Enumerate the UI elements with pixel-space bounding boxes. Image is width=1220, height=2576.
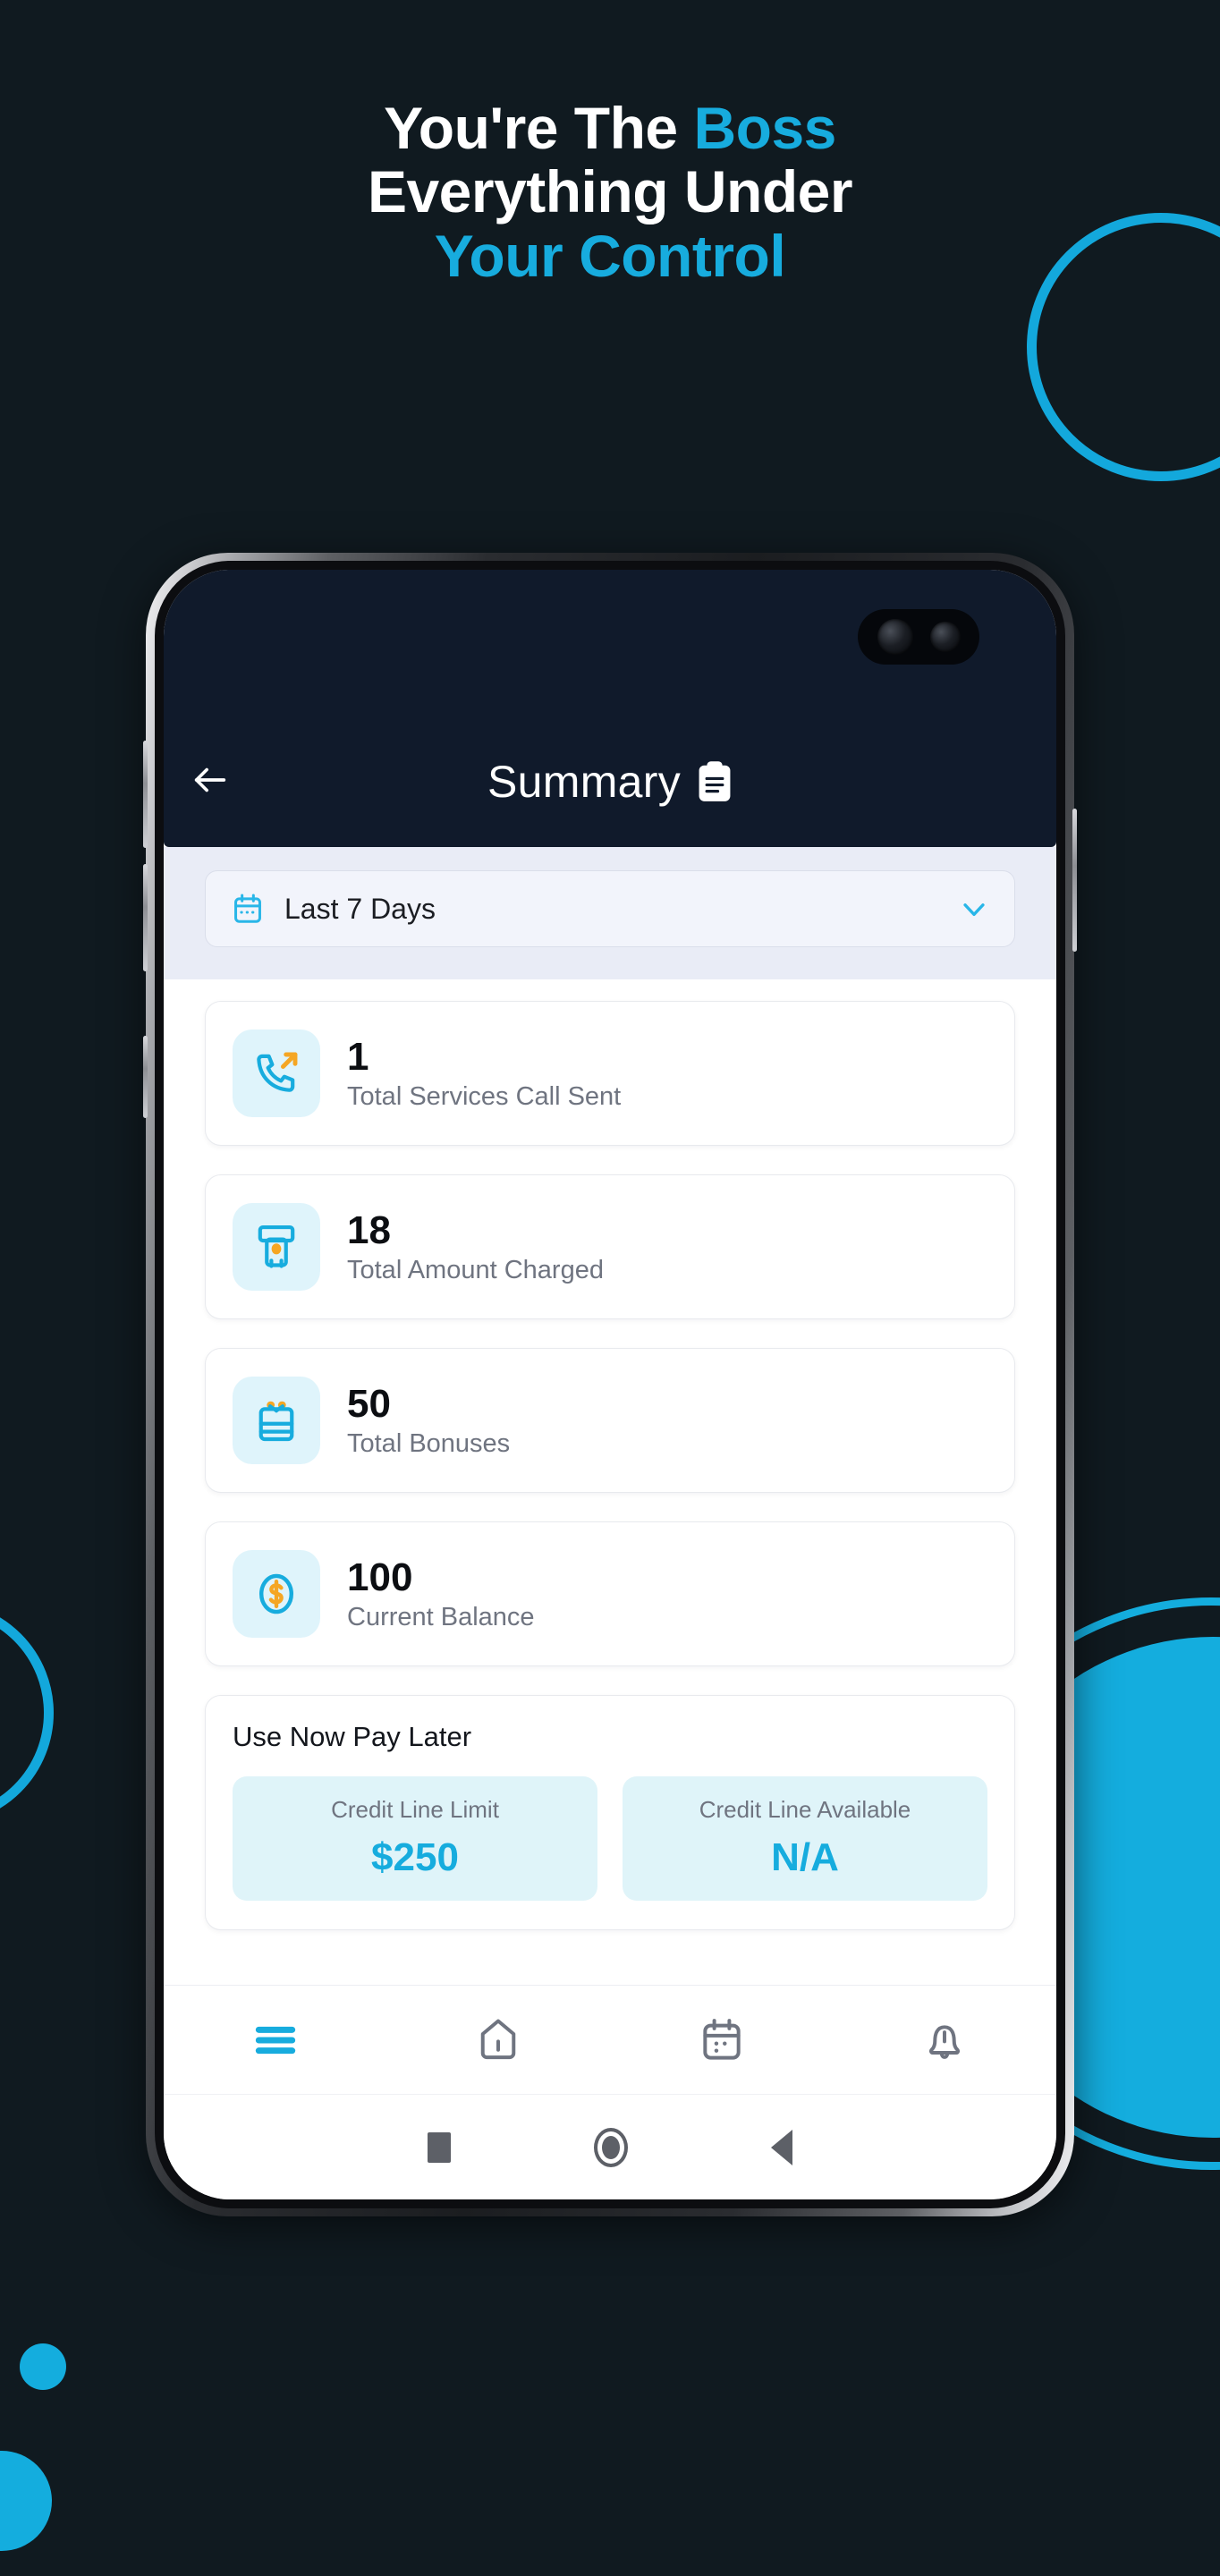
stat-label: Total Amount Charged [347, 1255, 604, 1284]
stat-value: 1 [347, 1034, 369, 1079]
back-button[interactable] [164, 759, 257, 805]
stat-texts: 1 Total Services Call Sent [347, 1034, 622, 1111]
front-camera-lens-secondary [929, 622, 961, 652]
clipboard-icon [697, 761, 733, 802]
stat-card-total-amount-charged[interactable]: 18 Total Amount Charged [205, 1174, 1015, 1319]
credit-line-limit-value: $250 [371, 1835, 459, 1879]
atm-cash-icon [233, 1203, 320, 1291]
calendar-icon [231, 892, 265, 926]
app-header: Summary [164, 570, 1056, 847]
decorative-ring-bottom-left [0, 1601, 54, 1825]
app-title-group: Summary [257, 756, 963, 808]
app-header-row: Summary [164, 756, 1056, 808]
stat-card-total-bonuses[interactable]: 50 Total Bonuses [205, 1348, 1015, 1493]
gift-icon [233, 1377, 320, 1464]
outgoing-call-icon [233, 1030, 320, 1117]
stat-value: 50 [347, 1381, 391, 1426]
volume-down-button[interactable] [143, 864, 148, 971]
headline-line1-white: You're The [384, 95, 694, 161]
stat-card-current-balance[interactable]: 100 Current Balance [205, 1521, 1015, 1666]
stat-label: Total Services Call Sent [347, 1081, 622, 1111]
credit-line-limit-tile: Credit Line Limit $250 [233, 1776, 597, 1901]
credit-line-limit-label: Credit Line Limit [331, 1796, 499, 1823]
headline-line3: Your Control [434, 222, 786, 289]
menu-icon [250, 2015, 301, 2065]
front-camera-lens-main [877, 619, 913, 655]
credit-tiles-row: Credit Line Limit $250 Credit Line Avail… [233, 1776, 987, 1901]
headline-line2: Everything Under [367, 158, 853, 225]
arrow-left-icon [190, 759, 231, 805]
nav-item-calendar[interactable] [610, 2015, 834, 2065]
promo-headline: You're The Boss Everything Under Your Co… [0, 95, 1220, 289]
stat-value: 100 [347, 1555, 413, 1599]
nav-item-home[interactable] [387, 2015, 611, 2065]
use-now-pay-later-title: Use Now Pay Later [233, 1721, 472, 1752]
bottom-navigation-bar [164, 1985, 1056, 2094]
stat-texts: 18 Total Amount Charged [347, 1208, 604, 1284]
back-button-system[interactable] [771, 2129, 792, 2165]
use-now-pay-later-card: Use Now Pay Later Credit Line Limit $250… [205, 1695, 1015, 1930]
phone-mockup: Summary Last 7 Days 1 Total Services Cal… [143, 553, 1077, 2216]
promo-screenshot: You're The Boss Everything Under Your Co… [0, 0, 1220, 2576]
date-range-select[interactable]: Last 7 Days [205, 870, 1015, 947]
calendar-icon [697, 2015, 747, 2065]
camera-cutout [858, 609, 979, 665]
home-circle-icon [594, 2127, 628, 2167]
nav-item-notifications[interactable] [834, 2015, 1057, 2065]
bell-icon [919, 2015, 970, 2065]
assistant-button[interactable] [143, 1036, 148, 1118]
recents-button[interactable] [428, 2131, 451, 2163]
page-title: Summary [487, 757, 682, 807]
stat-texts: 100 Current Balance [347, 1555, 535, 1631]
credit-line-available-label: Credit Line Available [699, 1796, 911, 1823]
credit-line-available-value: N/A [771, 1835, 839, 1879]
decorative-dot-large [0, 2451, 52, 2551]
stat-texts: 50 Total Bonuses [347, 1381, 511, 1458]
headline-line1-accent: Boss [693, 95, 836, 161]
back-triangle-icon [771, 2129, 792, 2165]
stat-value: 18 [347, 1208, 391, 1252]
home-icon [473, 2015, 523, 2065]
app-body: 1 Total Services Call Sent 18 Total Amou… [164, 979, 1056, 1930]
chevron-down-icon[interactable] [959, 894, 989, 924]
stat-card-total-services-call-sent[interactable]: 1 Total Services Call Sent [205, 1001, 1015, 1146]
recents-square-icon [428, 2131, 451, 2163]
dollar-coin-icon [233, 1550, 320, 1638]
nav-item-menu[interactable] [164, 2015, 387, 2065]
stat-label: Total Bonuses [347, 1428, 511, 1458]
home-button[interactable] [594, 2127, 628, 2167]
decorative-dot-small [20, 2343, 66, 2390]
volume-up-button[interactable] [143, 741, 148, 848]
android-system-nav [164, 2094, 1056, 2199]
power-button[interactable] [1072, 809, 1077, 952]
filter-band: Last 7 Days [164, 847, 1056, 979]
date-range-value: Last 7 Days [284, 892, 436, 925]
phone-screen: Summary Last 7 Days 1 Total Services Cal… [164, 570, 1056, 2199]
stat-label: Current Balance [347, 1602, 535, 1631]
credit-line-available-tile: Credit Line Available N/A [623, 1776, 987, 1901]
